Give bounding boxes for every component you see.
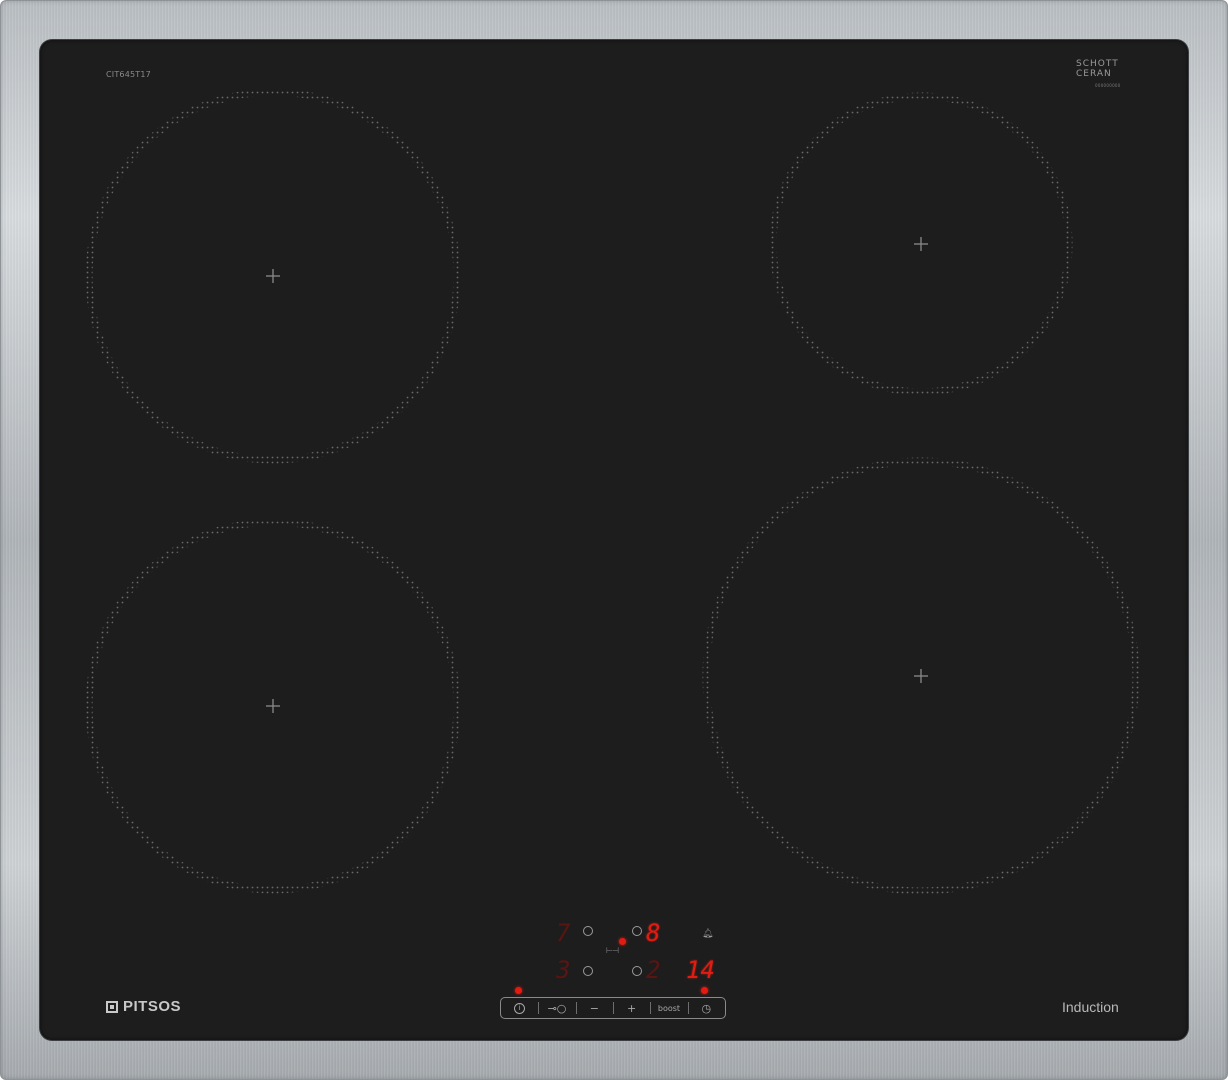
induction-label: Induction (1062, 999, 1119, 1015)
rear-right-level-display: 8 (646, 919, 661, 947)
front-right-level-display: 2 (646, 956, 661, 984)
rear-left-zone-select-button[interactable] (583, 926, 593, 936)
boost-label: boost (657, 1003, 681, 1013)
zone-indicator-led (619, 938, 626, 945)
glass-brand-line1: SCHOTT (1076, 59, 1119, 69)
boost-button[interactable]: boost (650, 998, 687, 1018)
glass-brand-mark: SCHOTT CERAN 000000000 (1076, 59, 1136, 91)
timer-indicator-led (701, 987, 708, 994)
bridge-icon: ⊢⊣ (606, 946, 619, 955)
power-icon: i (514, 1002, 526, 1014)
ceramic-glass-surface (40, 40, 1188, 1040)
child-lock-button[interactable]: ⊸○ (538, 998, 575, 1018)
front-left-zone-select-button[interactable] (583, 966, 593, 976)
glass-serial: 000000000 (1095, 83, 1121, 88)
rear-right-zone-select-button[interactable] (632, 926, 642, 936)
plus-button[interactable]: + (612, 998, 650, 1018)
front-left-level-display: 3 (556, 956, 571, 984)
clock-icon: ◷ (701, 1001, 712, 1015)
plus-icon: + (627, 1001, 637, 1015)
key-lock-icon: ⊸○ (547, 1001, 567, 1015)
brand-name: PITSOS (123, 998, 182, 1015)
touch-control-bar: i ⊸○ − + boost ◷ (500, 997, 726, 1019)
power-indicator-led (515, 987, 522, 994)
brand-logo: PITSOS (106, 998, 181, 1015)
timer-display: 14 (686, 956, 715, 984)
minus-button[interactable]: − (575, 998, 613, 1018)
timer-button[interactable]: ◷ (687, 998, 725, 1018)
front-right-zone-select-button[interactable] (632, 966, 642, 976)
brand-mark-icon (106, 1000, 118, 1013)
power-button[interactable]: i (501, 998, 538, 1018)
glass-brand-line2: CERAN (1076, 69, 1112, 79)
model-code-label: CIT645T17 (106, 70, 151, 79)
rear-left-level-display: 7 (556, 919, 571, 947)
bell-icon: 🔔︎ (702, 929, 714, 939)
minus-icon: − (589, 1001, 599, 1015)
